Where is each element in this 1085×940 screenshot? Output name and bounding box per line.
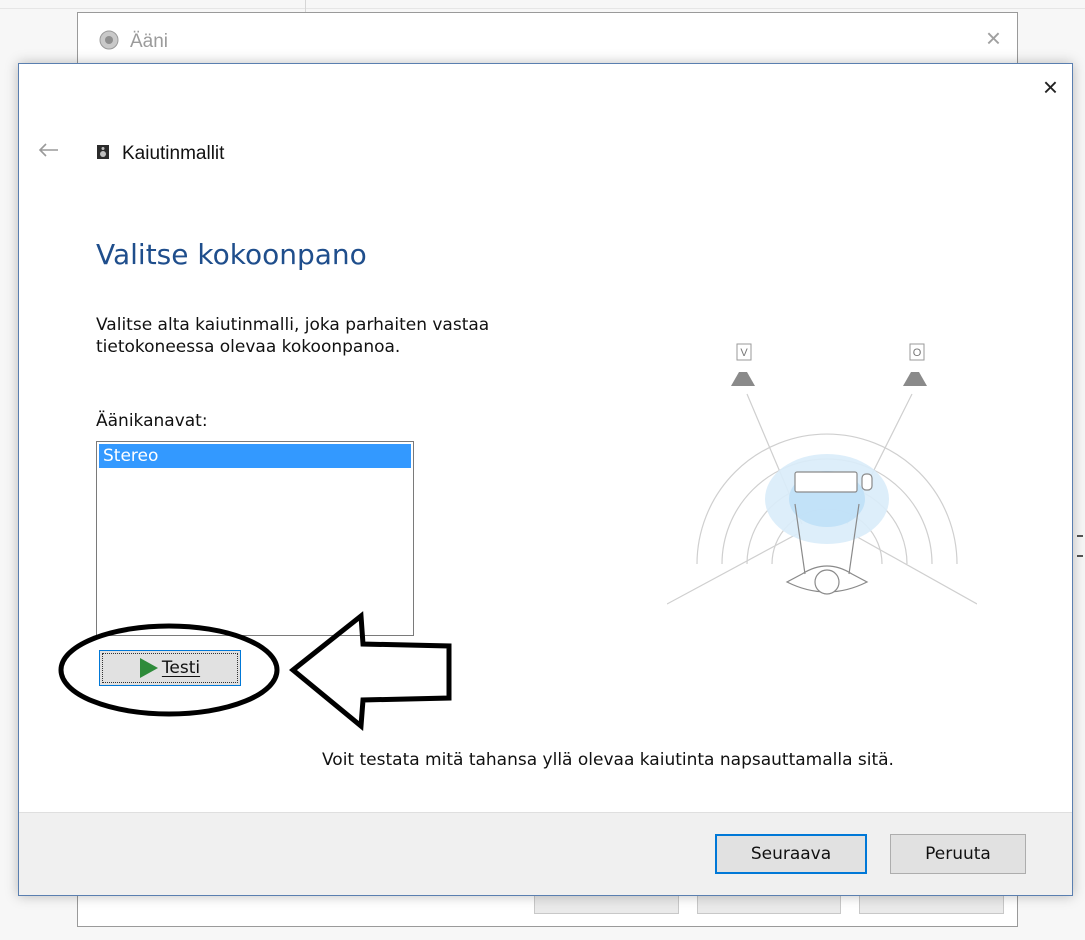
speaker-right-label: O <box>913 347 922 359</box>
speaker-icon <box>99 30 119 50</box>
background-line <box>0 8 1085 9</box>
page-heading: Valitse kokoonpano <box>96 238 367 271</box>
hint-text: Voit testata mitä tahansa yllä olevaa ka… <box>322 750 894 770</box>
instruction-text: Valitse alta kaiutinmalli, joka parhaite… <box>96 315 490 357</box>
background-divider <box>305 0 306 12</box>
parent-button[interactable] <box>859 896 1005 914</box>
parent-button[interactable] <box>534 896 679 914</box>
background-mark <box>1077 535 1083 537</box>
channels-listbox[interactable]: Stereo <box>96 441 414 636</box>
channels-label: Äänikanavat: <box>96 411 208 431</box>
speaker-setup-dialog: × Kaiutinmallit Valitse kokoonpano Valit… <box>18 63 1073 896</box>
parent-button[interactable] <box>696 896 842 914</box>
speaker-icon <box>97 145 109 159</box>
wizard-title: Kaiutinmallit <box>122 143 225 164</box>
parent-close-icon[interactable]: × <box>986 23 1001 54</box>
next-button-label: Seuraava <box>750 844 832 864</box>
screen: Ääni × × Kaiutinmallit Valitse kokoonpan… <box>0 0 1085 940</box>
next-button[interactable]: Seuraava <box>715 834 867 874</box>
list-item-stereo[interactable]: Stereo <box>99 444 411 468</box>
cancel-button-label: Peruuta <box>925 844 991 864</box>
parent-window-title: Ääni <box>130 31 169 52</box>
background-window-edge <box>1072 290 1085 590</box>
speaker-setup-diagram: V O <box>667 343 977 605</box>
speaker-left[interactable]: V <box>731 343 755 386</box>
background-mark <box>1077 555 1083 557</box>
close-icon[interactable]: × <box>1043 74 1058 100</box>
speaker-left-label: V <box>740 347 748 359</box>
dialog-footer: Seuraava Peruuta <box>19 812 1072 895</box>
speaker-right[interactable]: O <box>903 343 927 386</box>
annotation-arrow-icon <box>58 611 452 731</box>
parent-titlebar[interactable]: Ääni × <box>78 13 1017 65</box>
back-arrow-icon[interactable] <box>37 142 59 158</box>
cancel-button[interactable]: Peruuta <box>890 834 1026 874</box>
parent-button-strip <box>534 896 1005 914</box>
